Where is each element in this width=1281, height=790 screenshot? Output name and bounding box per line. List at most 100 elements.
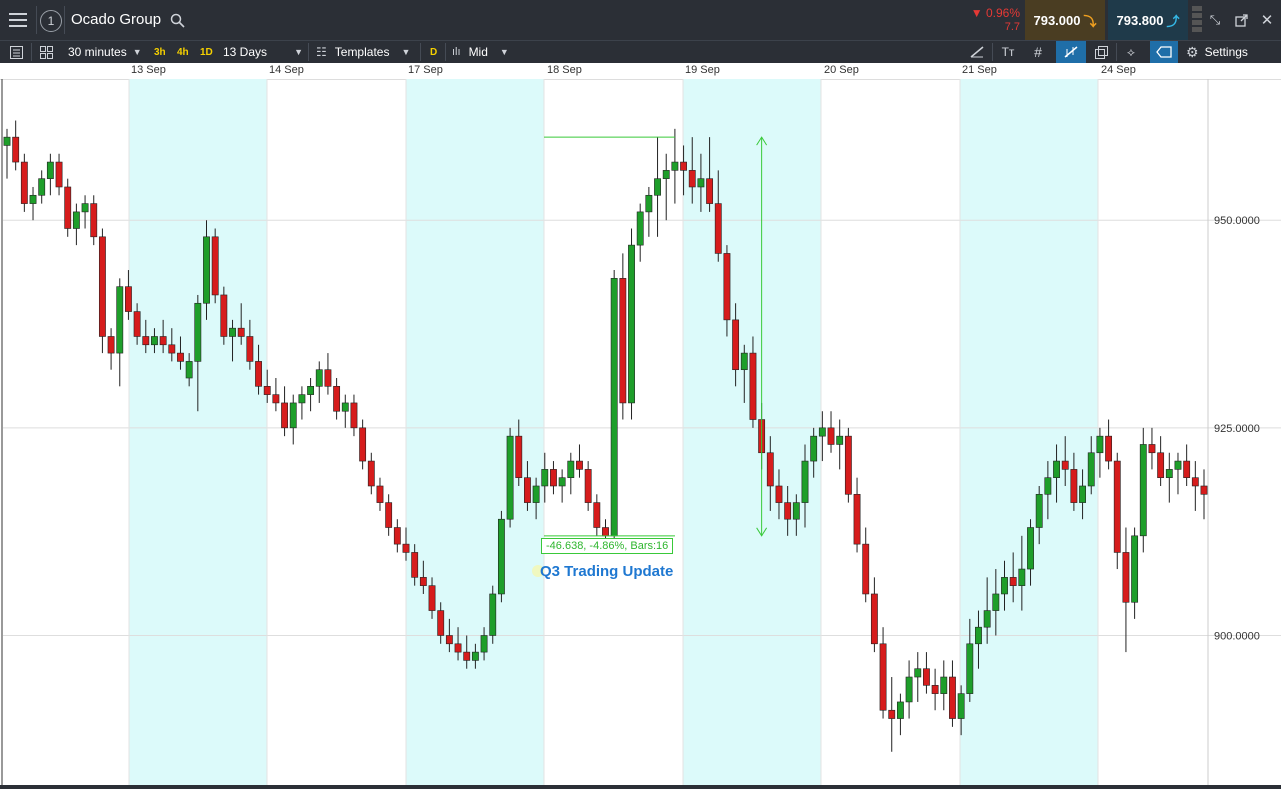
date-label: 19 Sep bbox=[685, 64, 720, 76]
candle-body bbox=[497, 518, 505, 595]
candle bbox=[107, 328, 115, 370]
quick-interval-3h[interactable]: 3h bbox=[151, 41, 169, 63]
price-type-badge[interactable]: D bbox=[427, 41, 440, 63]
templates-select[interactable]: ☷ Templates ▼ bbox=[316, 41, 410, 63]
candle-body bbox=[1096, 435, 1104, 454]
crosshair-tool-icon[interactable] bbox=[1056, 41, 1086, 63]
measure-label: -46.638, -4.86%, Bars:16 bbox=[541, 537, 674, 554]
instrument-name[interactable]: Ocado Group bbox=[71, 11, 161, 28]
chevron-down-icon: ▼ bbox=[294, 47, 303, 57]
candle bbox=[923, 652, 930, 694]
candle bbox=[931, 668, 939, 711]
candle bbox=[385, 494, 393, 536]
candle-body bbox=[870, 593, 878, 645]
candle-body bbox=[723, 253, 731, 321]
date-label: 13 Sep bbox=[131, 64, 166, 76]
candle bbox=[3, 128, 11, 179]
depth-icon[interactable] bbox=[1192, 6, 1202, 34]
hamburger-menu-icon[interactable] bbox=[6, 8, 30, 32]
search-icon[interactable] bbox=[168, 11, 186, 29]
candle-body bbox=[29, 194, 37, 204]
candle-body bbox=[1148, 444, 1156, 454]
quick-interval-4h[interactable]: 4h bbox=[174, 41, 192, 63]
candle bbox=[671, 128, 679, 204]
candle bbox=[90, 195, 98, 246]
candle bbox=[1113, 452, 1121, 570]
candle-body bbox=[740, 352, 748, 371]
candle-body bbox=[983, 610, 991, 628]
candle-body bbox=[133, 311, 141, 337]
candle bbox=[593, 494, 601, 536]
candle bbox=[315, 361, 323, 403]
candle bbox=[1139, 427, 1147, 553]
candle-body bbox=[714, 203, 722, 254]
candle-body bbox=[367, 460, 375, 487]
interval-select[interactable]: 30 minutes ▼ bbox=[68, 41, 142, 63]
text-tool-icon[interactable]: Tт bbox=[998, 44, 1018, 60]
candle bbox=[888, 677, 896, 752]
candle-body bbox=[836, 435, 844, 445]
watchlist-icon[interactable] bbox=[8, 44, 24, 60]
candle-body bbox=[211, 236, 219, 296]
range-select[interactable]: 13 Days ▼ bbox=[223, 41, 303, 63]
buy-price: 793.800 bbox=[1116, 12, 1164, 28]
price-type-select[interactable]: ılı Mid ▼ bbox=[452, 41, 509, 63]
candle bbox=[550, 461, 557, 495]
date-label: 20 Sep bbox=[824, 64, 859, 76]
candle-body bbox=[706, 178, 714, 204]
y-tick-label: 900.0000 bbox=[1214, 630, 1260, 642]
layout-grid-icon[interactable] bbox=[38, 44, 54, 60]
candle bbox=[324, 353, 332, 395]
candle bbox=[1183, 444, 1191, 486]
layout-number-icon[interactable]: 1 bbox=[40, 10, 62, 32]
trendline-tool-icon[interactable] bbox=[968, 44, 986, 60]
magnet-icon[interactable]: ⟡ bbox=[1122, 44, 1140, 60]
candle bbox=[298, 386, 306, 420]
candlestick-chart[interactable]: 950.0000 925.0000 900.0000 bbox=[0, 79, 1281, 785]
candle-body bbox=[307, 386, 315, 395]
candle bbox=[1157, 436, 1165, 486]
close-icon[interactable]: ✕ bbox=[1258, 11, 1276, 29]
candle-body bbox=[3, 136, 11, 146]
candle bbox=[72, 203, 80, 246]
grid-toggle-icon[interactable]: # bbox=[1029, 44, 1047, 60]
settings-button[interactable]: ⚙ Settings bbox=[1186, 41, 1248, 63]
candle bbox=[662, 153, 670, 221]
candle-body bbox=[671, 161, 679, 171]
candle bbox=[64, 178, 72, 237]
event-annotation[interactable]: Q3 Trading Update bbox=[532, 563, 673, 580]
buy-button[interactable]: 793.800 ⤴ bbox=[1108, 0, 1188, 40]
duplicate-icon[interactable] bbox=[1092, 44, 1110, 60]
y-tick-label: 925.0000 bbox=[1214, 423, 1260, 435]
range-label: 13 Days bbox=[223, 45, 268, 59]
candle-body bbox=[350, 402, 358, 429]
candle-body bbox=[203, 236, 210, 304]
candle bbox=[393, 519, 401, 553]
collapse-icon[interactable]: ⤡ bbox=[1206, 11, 1224, 29]
candle bbox=[281, 386, 288, 437]
candle bbox=[376, 477, 384, 511]
eraser-tool-icon[interactable] bbox=[1150, 41, 1178, 63]
popout-icon[interactable] bbox=[1232, 11, 1250, 29]
candle-body bbox=[879, 643, 887, 711]
settings-label: Settings bbox=[1204, 45, 1248, 59]
sell-button[interactable]: 793.000 ⤵ bbox=[1025, 0, 1105, 40]
candle bbox=[359, 419, 367, 470]
candle bbox=[1165, 452, 1173, 503]
candle-body bbox=[116, 286, 124, 354]
candle bbox=[654, 137, 661, 237]
candle-body bbox=[20, 161, 28, 204]
candle bbox=[29, 186, 37, 221]
candle-body bbox=[524, 477, 531, 503]
interval-label: 30 minutes bbox=[68, 45, 127, 59]
candle bbox=[949, 660, 956, 727]
candle-body bbox=[558, 477, 566, 487]
candle-body bbox=[177, 352, 184, 362]
candle-body bbox=[905, 676, 913, 703]
candle-body bbox=[246, 336, 254, 362]
candle bbox=[116, 278, 124, 387]
candle-body bbox=[1018, 568, 1026, 586]
candle bbox=[81, 195, 89, 229]
quick-interval-1d[interactable]: 1D bbox=[197, 41, 216, 63]
price-chart[interactable]: 950.0000 925.0000 900.0000 -46.638, -4.8… bbox=[0, 79, 1281, 785]
